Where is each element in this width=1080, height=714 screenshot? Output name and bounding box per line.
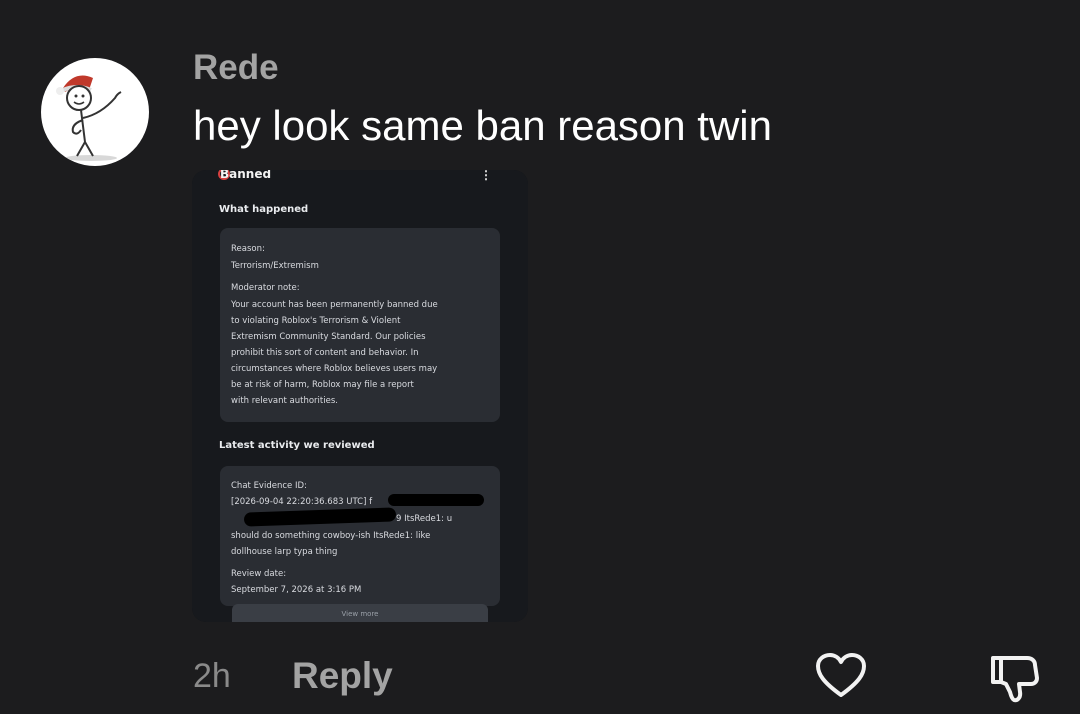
moderator-note-line: circumstances where Roblox believes user… xyxy=(231,364,438,374)
evidence-label: Chat Evidence ID: xyxy=(231,481,307,491)
moderator-note-line: to violating Roblox's Terrorism & Violen… xyxy=(231,316,401,326)
comment-timestamp: 2h xyxy=(193,657,231,695)
what-happened-heading: What happened xyxy=(219,204,309,215)
reason-value: Terrorism/Extremism xyxy=(231,261,319,271)
moderator-note-line: be at risk of harm, Roblox may file a re… xyxy=(231,380,414,390)
review-date-value: September 7, 2026 at 3:16 PM xyxy=(231,585,362,595)
ban-screen: Banned ⋮ What happened Reason: Terrorism… xyxy=(192,170,528,622)
redaction-bar xyxy=(388,494,484,506)
comment-text: hey look same ban reason twin xyxy=(193,102,772,149)
reply-button[interactable]: Reply xyxy=(292,655,393,697)
evidence-line: [2026-09-04 22:20:36.683 UTC] f xyxy=(231,497,373,507)
evidence-line: should do something cowboy-ish ItsRede1:… xyxy=(231,531,431,541)
heart-outline-icon[interactable] xyxy=(815,652,867,700)
evidence-line: dollhouse larp typa thing xyxy=(231,547,338,557)
attached-image[interactable]: Banned ⋮ What happened Reason: Terrorism… xyxy=(192,170,528,622)
stick-figure-santa-avatar-icon xyxy=(56,75,122,161)
view-more-button: View more xyxy=(232,604,488,622)
moderator-note-line: Extremism Community Standard. Our polici… xyxy=(231,332,426,342)
latest-activity-heading: Latest activity we reviewed xyxy=(219,440,375,451)
moderator-note-line: with relevant authorities. xyxy=(231,396,338,406)
avatar[interactable] xyxy=(41,58,149,166)
reason-label: Reason: xyxy=(231,244,265,254)
more-options-icon: ⋮ xyxy=(480,170,492,182)
moderator-note-line: prohibit this sort of content and behavi… xyxy=(231,348,419,358)
comment-actions: 2h Reply xyxy=(0,640,1080,714)
evidence-line: 9 ItsRede1: u xyxy=(396,514,453,524)
ban-status: Banned xyxy=(220,170,272,181)
comment-username[interactable]: Rede xyxy=(193,48,279,88)
review-date-label: Review date: xyxy=(231,569,287,579)
moderator-note-label: Moderator note: xyxy=(231,283,300,293)
thumbs-down-outline-icon[interactable] xyxy=(987,652,1041,704)
moderator-note-line: Your account has been permanently banned… xyxy=(231,300,438,310)
